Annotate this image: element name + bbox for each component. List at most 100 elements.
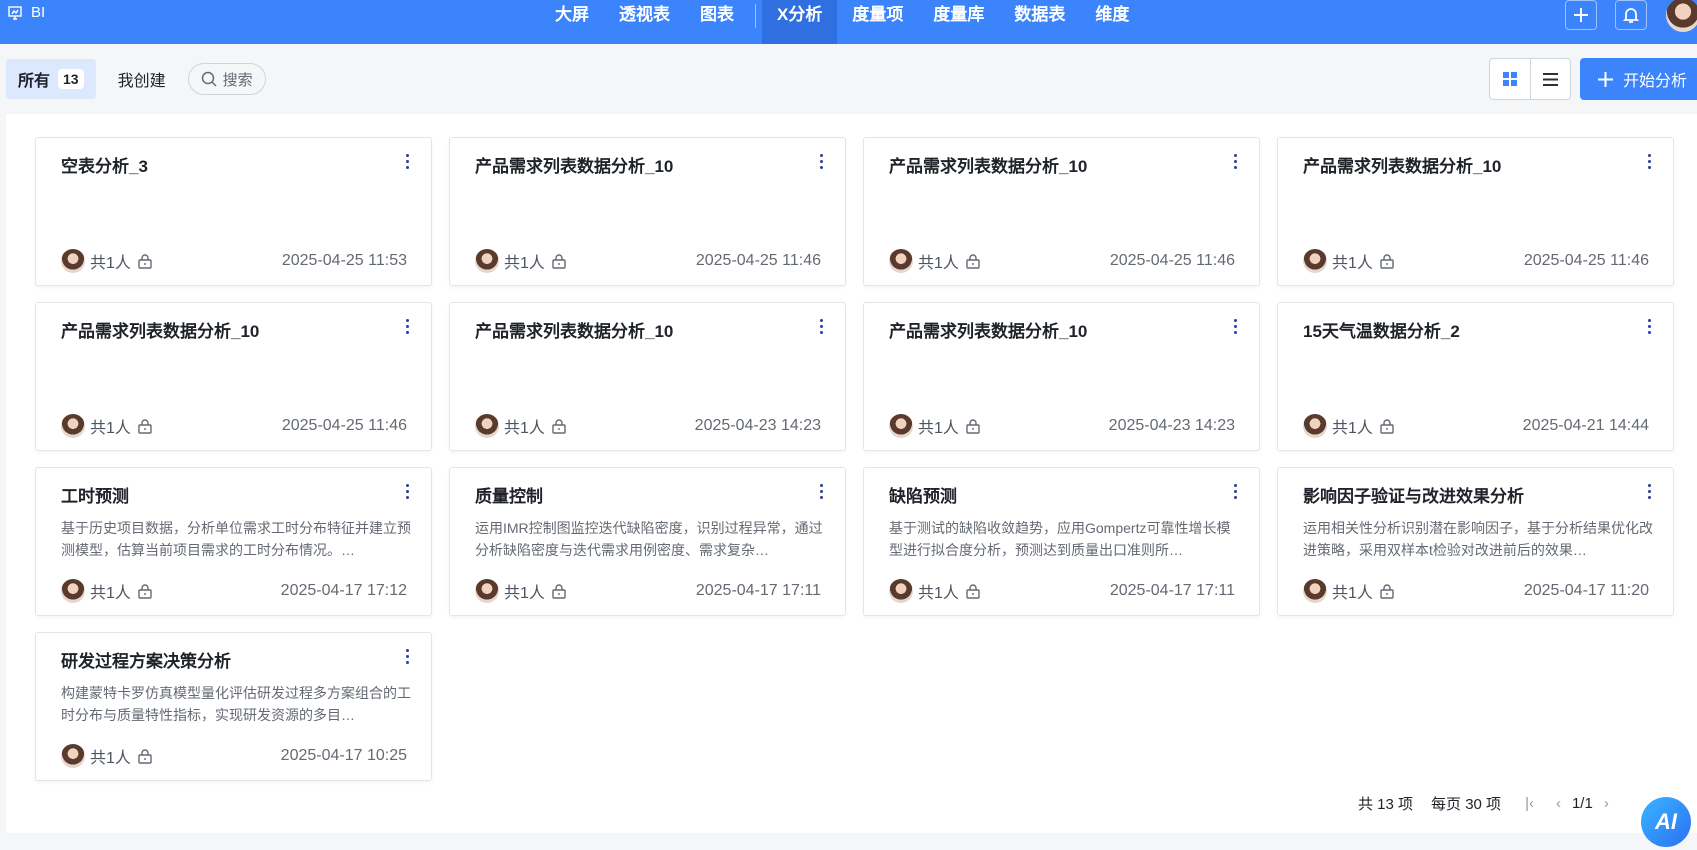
member-count: 共1人 (1332, 255, 1373, 272)
search-input[interactable]: 搜索 (187, 63, 266, 95)
member-count: 共1人 (1332, 585, 1373, 602)
page-size-select[interactable]: 每页 30 项 (1431, 793, 1501, 814)
notification-button[interactable] (1615, 0, 1647, 30)
more-options-icon[interactable] (820, 484, 823, 499)
nav-chart[interactable]: 图表 (685, 0, 749, 44)
member-count: 共1人 (504, 420, 545, 437)
card-title: 产品需求列表数据分析_10 (475, 322, 674, 341)
owner-avatar (61, 414, 85, 438)
tab-mine[interactable]: 我创建 (106, 59, 178, 99)
owner-avatar (889, 579, 913, 603)
member-count: 共1人 (90, 585, 131, 602)
nav-metric-library[interactable]: 度量库 (918, 0, 999, 44)
owner-avatar (61, 579, 85, 603)
more-options-icon[interactable] (1234, 484, 1237, 499)
lock-icon (552, 253, 566, 269)
analysis-card[interactable]: 缺陷预测 基于测试的缺陷收敛趋势，应用Gompertz可靠性增长模型进行拟合度分… (863, 467, 1260, 616)
owner-avatar (475, 579, 499, 603)
analysis-card[interactable]: 研发过程方案决策分析 构建蒙特卡罗仿真模型量化评估研发过程多方案组合的工时分布与… (35, 632, 432, 781)
more-options-icon[interactable] (406, 154, 409, 169)
analysis-card[interactable]: 产品需求列表数据分析_10 共1人 2025-04-23 14:23 (863, 302, 1260, 451)
more-options-icon[interactable] (1234, 319, 1237, 334)
member-count: 共1人 (918, 585, 959, 602)
ai-assistant-button[interactable]: AI (1641, 797, 1691, 847)
more-options-icon[interactable] (1648, 319, 1651, 334)
lock-icon (138, 583, 152, 599)
member-count: 共1人 (504, 255, 545, 272)
prev-page-button[interactable]: ‹ (1556, 795, 1561, 812)
top-bar: BI 大屏 透视表 图表 X分析 度量项 度量库 数据表 维度 (0, 0, 1697, 44)
presentation-chart-icon (8, 5, 22, 20)
more-options-icon[interactable] (820, 319, 823, 334)
plus-icon (1598, 71, 1613, 87)
more-options-icon[interactable] (406, 319, 409, 334)
owner-avatar (475, 249, 499, 273)
tab-all-label: 所有 (18, 73, 51, 90)
owner-avatar (1303, 579, 1327, 603)
app-logo[interactable]: BI (7, 4, 45, 21)
analysis-card[interactable]: 产品需求列表数据分析_10 共1人 2025-04-25 11:46 (1277, 137, 1674, 286)
add-button[interactable] (1565, 0, 1597, 30)
card-title: 产品需求列表数据分析_10 (475, 157, 674, 176)
first-page-button[interactable]: |‹ (1525, 795, 1534, 812)
nav-datatable[interactable]: 数据表 (999, 0, 1080, 44)
card-title: 影响因子验证与改进效果分析 (1303, 487, 1524, 506)
lock-icon (138, 253, 152, 269)
card-description: 基于历史项目数据，分析单位需求工时分布特征并建立预测模型，估算当前项目需求的工时… (61, 520, 411, 558)
list-view-button[interactable] (1529, 59, 1571, 99)
more-options-icon[interactable] (1648, 154, 1651, 169)
next-page-button[interactable]: › (1604, 795, 1609, 812)
lock-icon (138, 418, 152, 434)
lock-icon (138, 748, 152, 764)
tab-all[interactable]: 所有 13 (6, 59, 96, 99)
analysis-card[interactable]: 影响因子验证与改进效果分析 运用相关性分析识别潜在影响因子，基于分析结果优化改进… (1277, 467, 1674, 616)
nav-x-analysis[interactable]: X分析 (762, 0, 838, 44)
card-footer: 共1人 2025-04-17 10:25 (61, 744, 407, 768)
nav-pivot[interactable]: 透视表 (604, 0, 685, 44)
updated-time: 2025-04-23 14:23 (1108, 417, 1235, 434)
main-nav: 大屏 透视表 图表 X分析 度量项 度量库 数据表 维度 (540, 0, 1144, 44)
owner-avatar (889, 249, 913, 273)
card-footer: 共1人 2025-04-17 11:20 (1303, 579, 1649, 603)
analysis-card[interactable]: 产品需求列表数据分析_10 共1人 2025-04-25 11:46 (449, 137, 846, 286)
analysis-card[interactable]: 15天气温数据分析_2 共1人 2025-04-21 14:44 (1277, 302, 1674, 451)
nav-dashboard[interactable]: 大屏 (540, 0, 604, 44)
analysis-card[interactable]: 质量控制 运用IMR控制图监控迭代缺陷密度，识别过程异常，通过分析缺陷密度与迭代… (449, 467, 846, 616)
card-title: 产品需求列表数据分析_10 (1303, 157, 1502, 176)
nav-dimension[interactable]: 维度 (1080, 0, 1144, 44)
card-footer: 共1人 2025-04-25 11:46 (475, 249, 821, 273)
updated-time: 2025-04-17 17:11 (1109, 582, 1235, 599)
user-avatar[interactable] (1666, 0, 1697, 32)
analysis-card[interactable]: 产品需求列表数据分析_10 共1人 2025-04-25 11:46 (863, 137, 1260, 286)
card-title: 工时预测 (61, 487, 129, 506)
card-footer: 共1人 2025-04-21 14:44 (1303, 414, 1649, 438)
analysis-card[interactable]: 工时预测 基于历史项目数据，分析单位需求工时分布特征并建立预测模型，估算当前项目… (35, 467, 432, 616)
grid-view-button[interactable] (1490, 59, 1530, 99)
owner-avatar (889, 414, 913, 438)
analysis-card[interactable]: 空表分析_3 共1人 2025-04-25 11:53 (35, 137, 432, 286)
card-footer: 共1人 2025-04-17 17:12 (61, 579, 407, 603)
bell-icon (1623, 8, 1639, 23)
pagination: 共 13 项 每页 30 项 |‹ ‹ 1/1 › (1358, 793, 1620, 814)
lock-icon (552, 418, 566, 434)
card-footer: 共1人 2025-04-23 14:23 (475, 414, 821, 438)
analysis-card[interactable]: 产品需求列表数据分析_10 共1人 2025-04-25 11:46 (35, 302, 432, 451)
member-count: 共1人 (918, 255, 959, 272)
updated-time: 2025-04-17 11:20 (1523, 582, 1649, 599)
nav-metrics[interactable]: 度量项 (837, 0, 918, 44)
view-switcher (1489, 58, 1571, 100)
total-count: 共 13 项 (1358, 796, 1414, 813)
start-analysis-button[interactable]: 开始分析 (1580, 58, 1697, 100)
more-options-icon[interactable] (1648, 484, 1651, 499)
grid-icon (1502, 72, 1517, 86)
plus-icon (1574, 8, 1588, 22)
lock-icon (552, 583, 566, 599)
more-options-icon[interactable] (406, 484, 409, 499)
lock-icon (966, 418, 980, 434)
more-options-icon[interactable] (406, 649, 409, 664)
more-options-icon[interactable] (1234, 154, 1237, 169)
owner-avatar (475, 414, 499, 438)
card-description: 运用相关性分析识别潜在影响因子，基于分析结果优化改进策略，采用双样本t检验对改进… (1303, 520, 1653, 558)
analysis-card[interactable]: 产品需求列表数据分析_10 共1人 2025-04-23 14:23 (449, 302, 846, 451)
more-options-icon[interactable] (820, 154, 823, 169)
